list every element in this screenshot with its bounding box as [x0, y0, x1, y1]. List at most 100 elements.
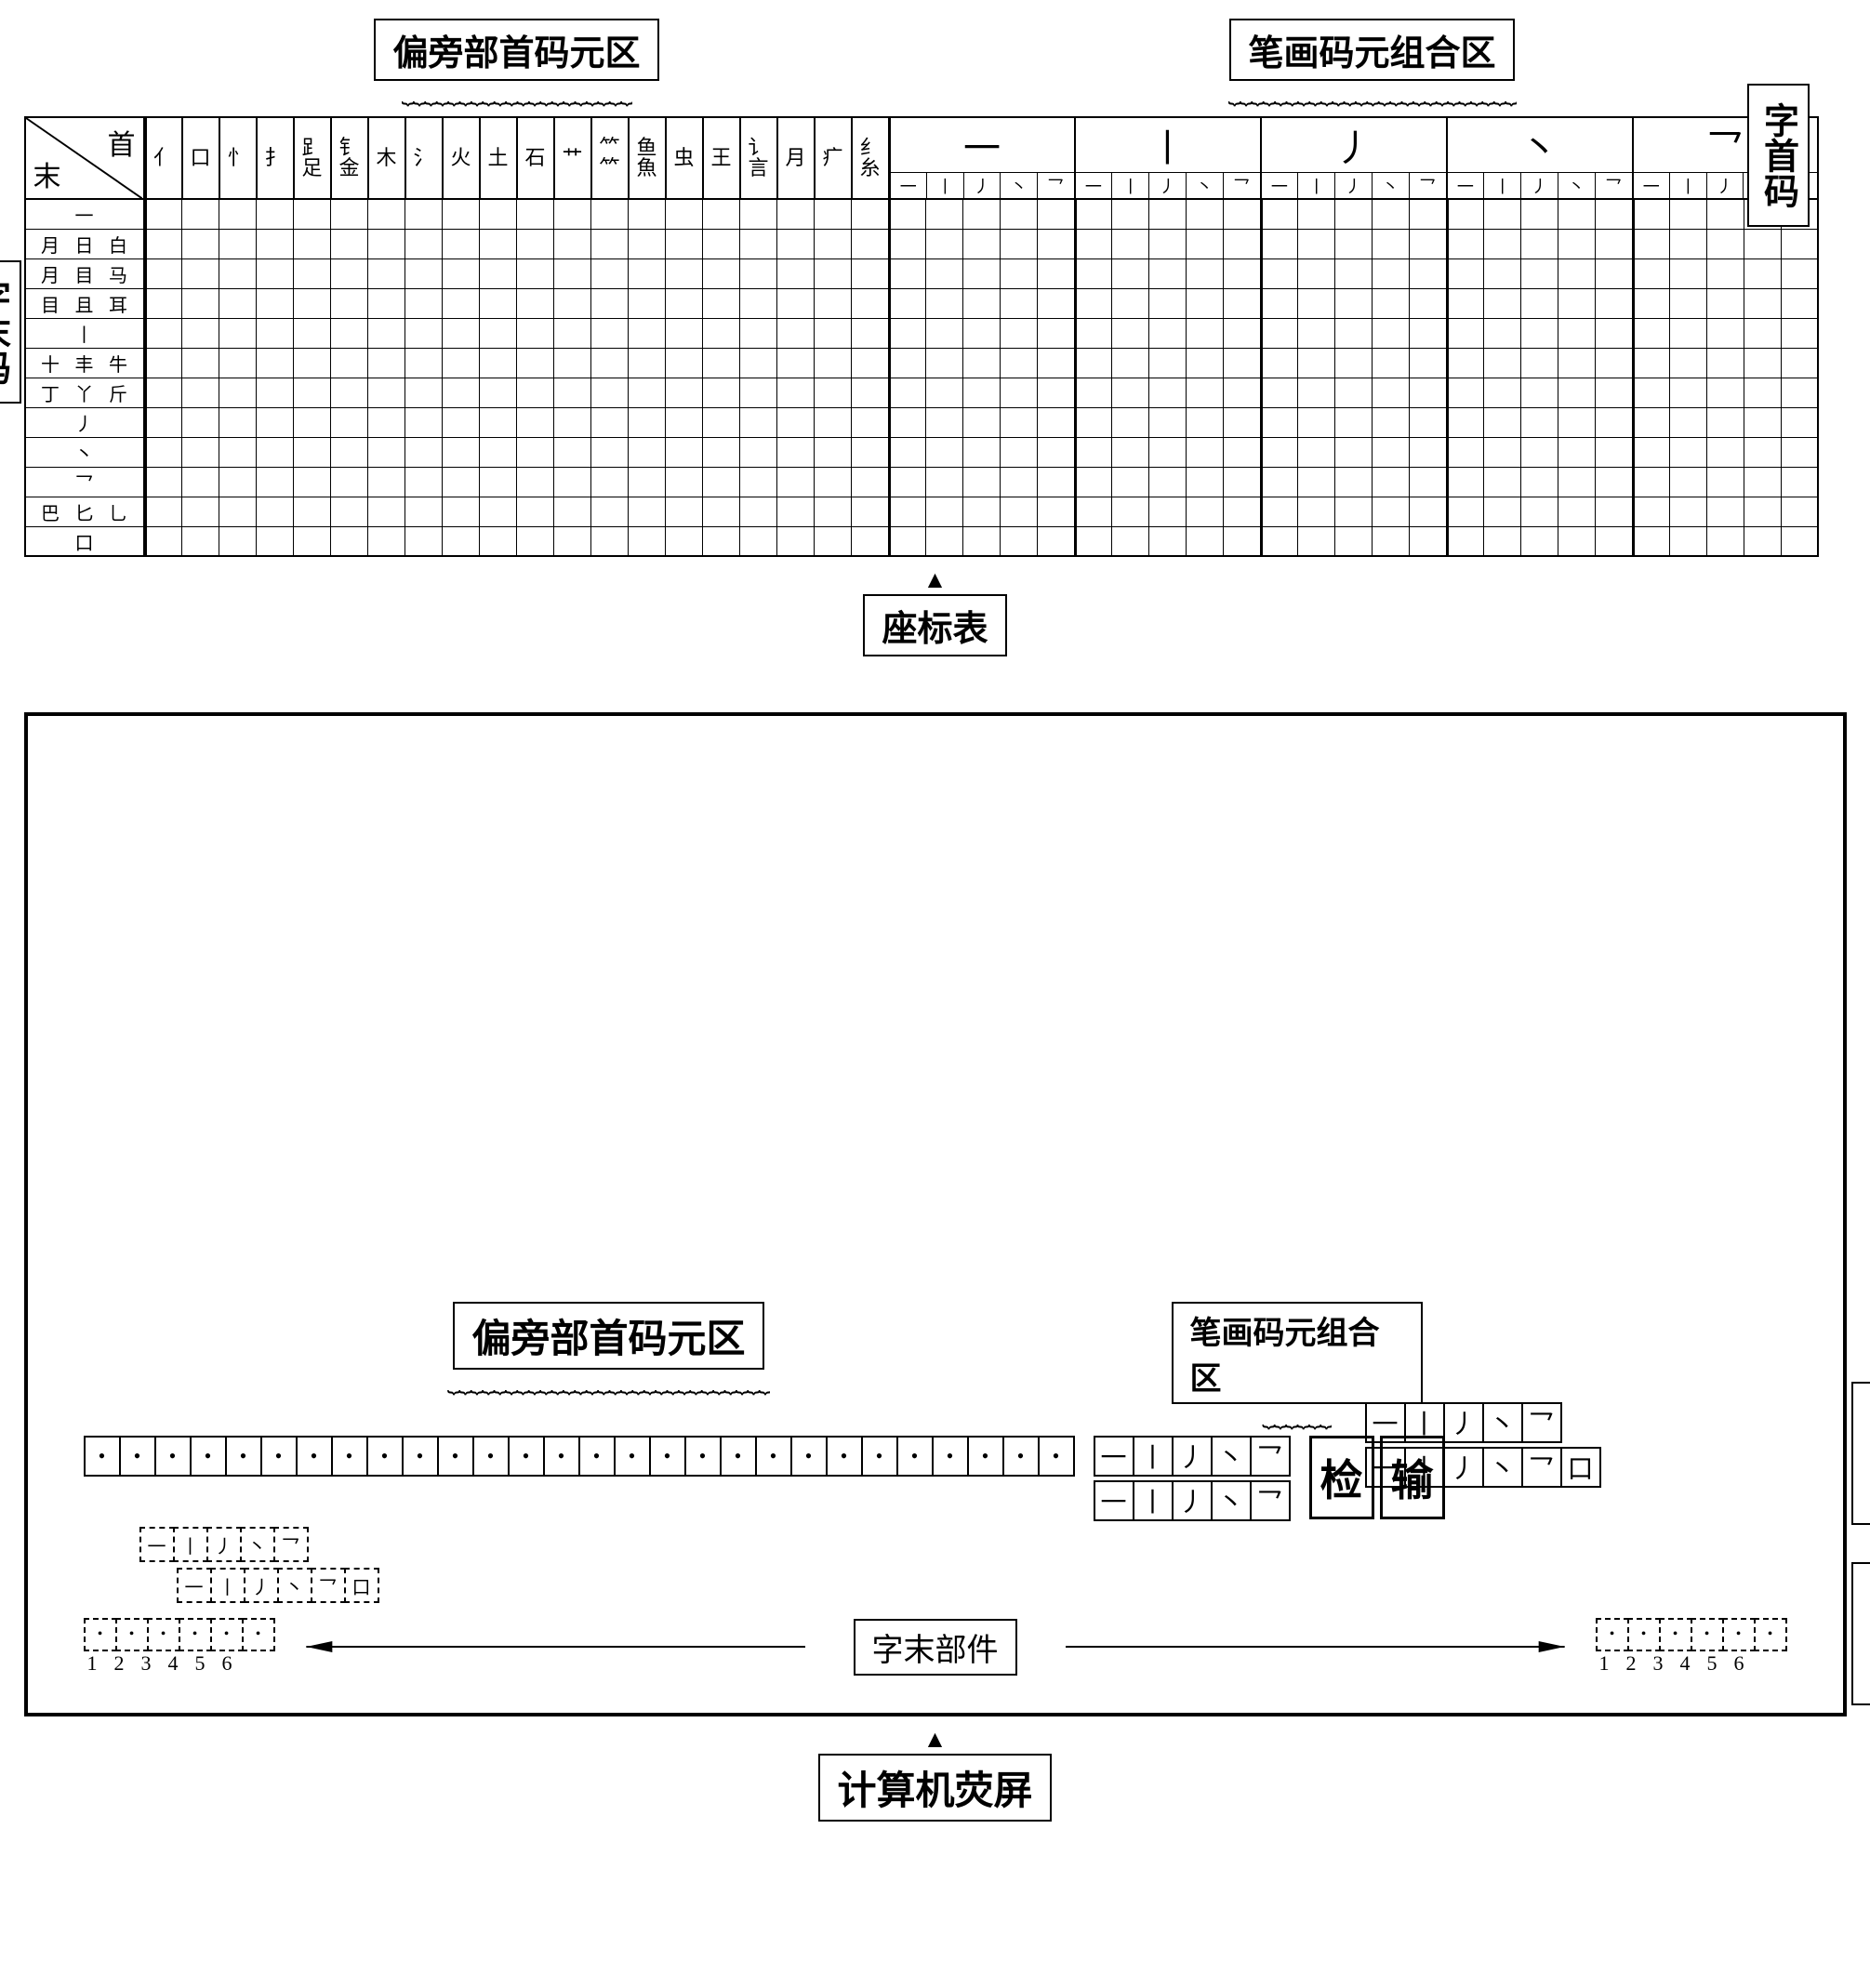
grid-cell — [666, 259, 703, 289]
grid-cell — [1224, 259, 1261, 289]
radical-slot[interactable]: • — [790, 1436, 828, 1477]
radical-slot[interactable]: • — [720, 1436, 757, 1477]
col-head-radical: 石 — [517, 116, 554, 200]
grid-cell — [629, 468, 666, 497]
radical-slot[interactable]: • — [755, 1436, 792, 1477]
grid-cell — [1447, 289, 1484, 319]
stroke-slot[interactable]: 一 — [1365, 1447, 1406, 1488]
col-head-radical: 疒 — [815, 116, 852, 200]
stroke-slot[interactable]: 丶 — [1211, 1436, 1252, 1477]
grid-cell — [517, 378, 554, 408]
radical-slot[interactable]: • — [366, 1436, 404, 1477]
grid-cell — [1707, 408, 1744, 438]
stroke-slot[interactable]: 丶 — [1482, 1447, 1523, 1488]
grid-cell — [1038, 438, 1075, 468]
grid-cell — [1670, 378, 1707, 408]
stroke-slot[interactable]: 丶 — [1211, 1480, 1252, 1521]
grid-cell — [1373, 259, 1410, 289]
radical-slot[interactable]: • — [543, 1436, 580, 1477]
radical-slot[interactable]: • — [84, 1436, 121, 1477]
stroke-slot[interactable]: 丶 — [1482, 1402, 1523, 1443]
grid-cell — [182, 230, 219, 259]
radical-slot[interactable]: • — [967, 1436, 1004, 1477]
stroke-slot[interactable]: 丨 — [1133, 1480, 1174, 1521]
grid-cell — [1001, 438, 1038, 468]
radical-slot[interactable]: • — [649, 1436, 686, 1477]
end-part-slot: • — [179, 1618, 212, 1651]
radical-slot[interactable]: • — [861, 1436, 898, 1477]
col-head-radical: 木 — [368, 116, 405, 200]
grid-cell — [889, 289, 926, 319]
radical-slot[interactable]: • — [932, 1436, 969, 1477]
stroke-slot[interactable]: 一 — [1094, 1480, 1134, 1521]
grid-cell — [1484, 527, 1521, 557]
radical-slot[interactable]: • — [190, 1436, 227, 1477]
col-head-radical: 氵 — [405, 116, 443, 200]
grid-cell — [1149, 349, 1187, 378]
grid-cell — [1224, 468, 1261, 497]
grid-cell — [182, 289, 219, 319]
radical-slot[interactable]: • — [225, 1436, 262, 1477]
grid-cell — [591, 468, 629, 497]
grid-cell — [703, 527, 740, 557]
stroke-slot[interactable]: 一 — [1365, 1402, 1406, 1443]
radical-slot[interactable]: • — [508, 1436, 545, 1477]
stroke-slot[interactable]: 丿 — [1443, 1402, 1484, 1443]
radical-slot[interactable]: • — [896, 1436, 934, 1477]
stroke-slot[interactable]: 丿 — [1172, 1480, 1213, 1521]
stroke-slot[interactable]: 一 — [1094, 1436, 1134, 1477]
grid-cell — [1447, 259, 1484, 289]
radical-slot[interactable]: • — [296, 1436, 333, 1477]
stroke-slot[interactable]: 丨 — [1404, 1447, 1445, 1488]
grid-cell — [1224, 408, 1261, 438]
grid-cell — [1782, 408, 1819, 438]
radical-slot[interactable]: • — [578, 1436, 616, 1477]
grid-cell — [1707, 319, 1744, 349]
radical-slot[interactable]: • — [826, 1436, 863, 1477]
stroke-slot[interactable]: 丿 — [1172, 1436, 1213, 1477]
stroke-slot[interactable]: 乛 — [1521, 1447, 1562, 1488]
grid-cell — [1075, 349, 1112, 378]
radical-slot[interactable]: • — [437, 1436, 474, 1477]
grid-cell — [1335, 527, 1373, 557]
grid-cell — [963, 438, 1001, 468]
grid-cell — [1373, 438, 1410, 468]
grid-cell — [331, 230, 368, 259]
grid-cell — [1261, 527, 1298, 557]
stroke-slot[interactable]: 丨 — [1133, 1436, 1174, 1477]
grid-cell — [443, 230, 480, 259]
grid-cell — [703, 200, 740, 230]
grid-cell — [1038, 497, 1075, 527]
radical-slot[interactable]: • — [331, 1436, 368, 1477]
grid-cell — [1335, 408, 1373, 438]
grid-cell — [1558, 527, 1596, 557]
radical-slot[interactable]: • — [154, 1436, 192, 1477]
stroke-slot[interactable]: 乛 — [1250, 1436, 1291, 1477]
radical-slot[interactable]: • — [1002, 1436, 1040, 1477]
grid-cell — [182, 319, 219, 349]
grid-cell — [1410, 200, 1447, 230]
radical-slot[interactable]: • — [684, 1436, 722, 1477]
radical-slot[interactable]: • — [119, 1436, 156, 1477]
stroke-slot[interactable]: 乛 — [1521, 1402, 1562, 1443]
grid-cell — [1001, 349, 1038, 378]
grid-cell — [1187, 378, 1224, 408]
radical-slot[interactable]: • — [402, 1436, 439, 1477]
grid-cell — [815, 230, 852, 259]
grid-cell — [666, 289, 703, 319]
grid-cell — [1633, 527, 1670, 557]
stroke-slot[interactable]: 乛 — [1250, 1480, 1291, 1521]
stroke-slot[interactable]: 丨 — [1404, 1402, 1445, 1443]
grid-cell — [368, 289, 405, 319]
grid-cell — [1447, 230, 1484, 259]
grid-cell — [740, 259, 777, 289]
stroke-slot[interactable]: 丿 — [1443, 1447, 1484, 1488]
radical-slot[interactable]: • — [614, 1436, 651, 1477]
radical-slot[interactable]: • — [260, 1436, 298, 1477]
radical-slot[interactable]: • — [472, 1436, 510, 1477]
grid-cell — [405, 319, 443, 349]
radical-slot[interactable]: • — [1038, 1436, 1075, 1477]
grid-cell — [1224, 438, 1261, 468]
stroke-slot[interactable]: 口 — [1560, 1447, 1601, 1488]
grid-cell — [1596, 259, 1633, 289]
